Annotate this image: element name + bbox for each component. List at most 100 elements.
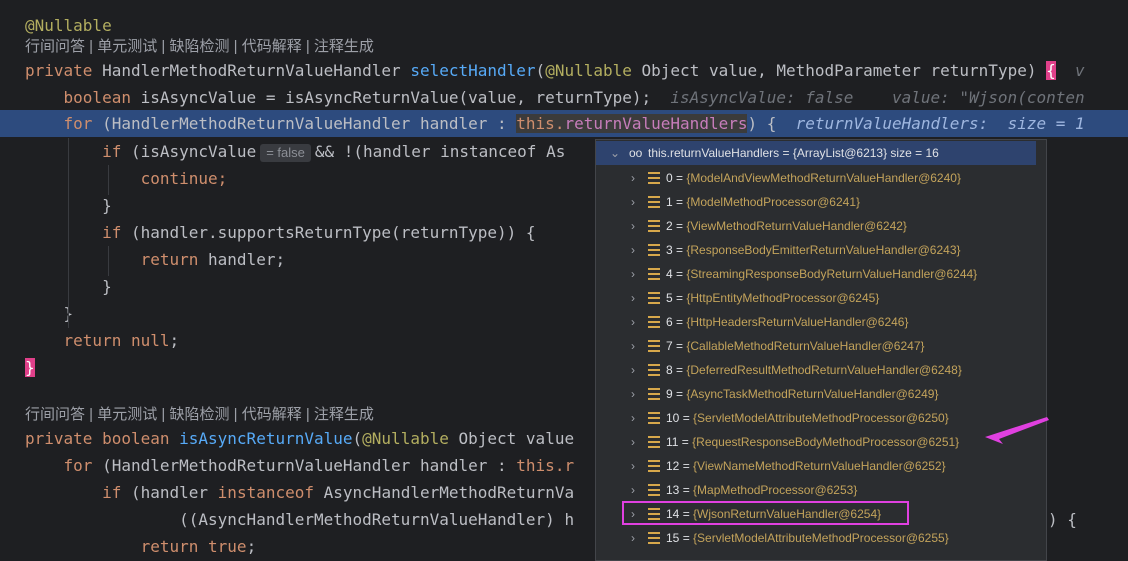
annotation-arrow-icon [985, 417, 1049, 444]
chevron-right-icon[interactable]: › [631, 190, 641, 214]
field-icon [648, 340, 660, 352]
chevron-right-icon[interactable]: › [631, 310, 641, 334]
row-index: 4 [666, 267, 673, 281]
field-icon [648, 412, 660, 424]
row-value: {HttpEntityMethodProcessor@6245} [686, 291, 880, 305]
method-is-async-return-value[interactable]: isAsyncReturnValue [179, 429, 352, 448]
ai-hint-bar-top[interactable]: 行间问答 | 单元测试 | 缺陷检测 | 代码解释 | 注释生成 [25, 35, 374, 59]
popup-row-7[interactable]: › 7 = {CallableMethodReturnValueHandler@6… [596, 334, 1046, 358]
kw-return-null: return null [63, 331, 170, 350]
popup-row-10[interactable]: › 10 = {ServletModelAttributeMethodProces… [596, 406, 1046, 430]
popup-row-4[interactable]: › 4 = {StreamingResponseBodyReturnValueHa… [596, 262, 1046, 286]
popup-row-15[interactable]: › 15 = {ServletModelAttributeMethodProces… [596, 526, 1046, 550]
row-eq: = [672, 339, 687, 353]
row-eq: = [672, 171, 687, 185]
chevron-right-icon[interactable]: › [631, 406, 641, 430]
row-index: 8 [666, 363, 673, 377]
field-icon [648, 172, 660, 184]
chevron-down-icon[interactable]: ⌄ [610, 141, 620, 165]
chevron-right-icon[interactable]: › [631, 526, 641, 550]
row-index: 13 [666, 483, 680, 497]
chevron-right-icon[interactable]: › [631, 286, 641, 310]
row-value: {ServletModelAttributeMethodProcessor@62… [693, 411, 949, 425]
field-icon [648, 268, 660, 280]
return-handler: handler; [208, 250, 286, 269]
row-value: {ServletModelAttributeMethodProcessor@62… [693, 531, 949, 545]
field-icon [648, 484, 660, 496]
row-eq: = [672, 363, 687, 377]
field-icon [648, 196, 660, 208]
popup-row-8[interactable]: › 8 = {DeferredResultMethodReturnValueHan… [596, 358, 1046, 382]
popup-row-12[interactable]: › 12 = {ViewNameMethodReturnValueHandler@… [596, 454, 1046, 478]
semicolon: ; [169, 331, 180, 350]
for-close: ) { [747, 114, 777, 133]
ai-hint-bar-bottom[interactable]: 行间问答 | 单元测试 | 缺陷检测 | 代码解释 | 注释生成 [25, 403, 374, 427]
chevron-right-icon[interactable]: › [631, 454, 641, 478]
popup-header[interactable]: ⌄ oo this.returnValueHandlers = {ArrayLi… [596, 141, 1036, 165]
row-eq: = [672, 387, 687, 401]
row-eq: = [672, 243, 687, 257]
inline-hint-v: v [1055, 61, 1085, 80]
popup-row-5[interactable]: › 5 = {HttpEntityMethodProcessor@6245} [596, 286, 1046, 310]
kw-instanceof: instanceof [217, 483, 324, 502]
selection-highlight-box [622, 501, 909, 525]
chevron-right-icon[interactable]: › [631, 166, 641, 190]
params: Object value [448, 429, 575, 448]
row-value: {ModelMethodProcessor@6241} [686, 195, 860, 209]
popup-row-3[interactable]: › 3 = {ResponseBodyEmitterReturnValueHand… [596, 238, 1046, 262]
chevron-right-icon[interactable]: › [631, 478, 641, 502]
paren: ( [352, 429, 363, 448]
param-annotation: @Nullable [545, 61, 632, 80]
kw-this: this. [516, 114, 565, 133]
row-index: 1 [666, 195, 673, 209]
method-select-handler[interactable]: selectHandler [410, 61, 535, 80]
kw-for: for [63, 456, 103, 475]
chevron-right-icon[interactable]: › [631, 214, 641, 238]
inline-debug-values: isAsyncValue: false value: "Wjson(conten [651, 88, 1085, 107]
row-value: {DeferredResultMethodReturnValueHandler@… [686, 363, 962, 377]
code-line-for-current[interactable]: for (HandlerMethodReturnValueHandler han… [0, 110, 1128, 137]
chevron-right-icon[interactable]: › [631, 430, 641, 454]
field-return-value-handlers[interactable]: returnValueHandlers [564, 114, 747, 133]
popup-row-2[interactable]: › 2 = {ViewMethodReturnValueHandler@6242} [596, 214, 1046, 238]
brace-close: } [25, 304, 74, 323]
brace-close-highlight: } [25, 358, 35, 377]
row-index: 5 [666, 291, 673, 305]
popup-row-13[interactable]: › 13 = {MapMethodProcessor@6253} [596, 478, 1046, 502]
field-icon [648, 364, 660, 376]
kw-this: this.r [516, 456, 575, 475]
row-value: {StreamingResponseBodyReturnValueHandler… [686, 267, 978, 281]
row-eq: = [679, 483, 694, 497]
debug-variable-popup[interactable]: ⌄ oo this.returnValueHandlers = {ArrayLi… [595, 139, 1047, 561]
type-name: AsyncHandlerMethodReturnVa [323, 483, 575, 502]
for-header: (HandlerMethodReturnValueHandler handler… [102, 114, 517, 133]
chevron-right-icon[interactable]: › [631, 238, 641, 262]
row-eq: = [679, 459, 694, 473]
field-icon [648, 316, 660, 328]
popup-row-6[interactable]: › 6 = {HttpHeadersReturnValueHandler@6246… [596, 310, 1046, 334]
kw-boolean: boolean [102, 429, 180, 448]
chevron-right-icon[interactable]: › [631, 358, 641, 382]
chevron-right-icon[interactable]: › [631, 382, 641, 406]
chevron-right-icon[interactable]: › [631, 334, 641, 358]
chevron-right-icon[interactable]: › [631, 262, 641, 286]
popup-row-1[interactable]: › 1 = {ModelMethodProcessor@6241} [596, 190, 1046, 214]
popup-row-0[interactable]: › 0 = {ModelAndViewMethodReturnValueHandl… [596, 166, 1046, 190]
row-value: {ResponseBodyEmitterReturnValueHandler@6… [686, 243, 961, 257]
row-index: 3 [666, 243, 673, 257]
cast-tail: ) { [1048, 510, 1077, 529]
kw-return: return [140, 250, 209, 269]
indent-guide [108, 246, 109, 276]
row-value: {AsyncTaskMethodReturnValueHandler@6249} [686, 387, 939, 401]
popup-row-11[interactable]: › 11 = {RequestResponseBodyMethodProcesso… [596, 430, 1046, 454]
popup-row-9[interactable]: › 9 = {AsyncTaskMethodReturnValueHandler@… [596, 382, 1046, 406]
row-eq: = [672, 195, 687, 209]
